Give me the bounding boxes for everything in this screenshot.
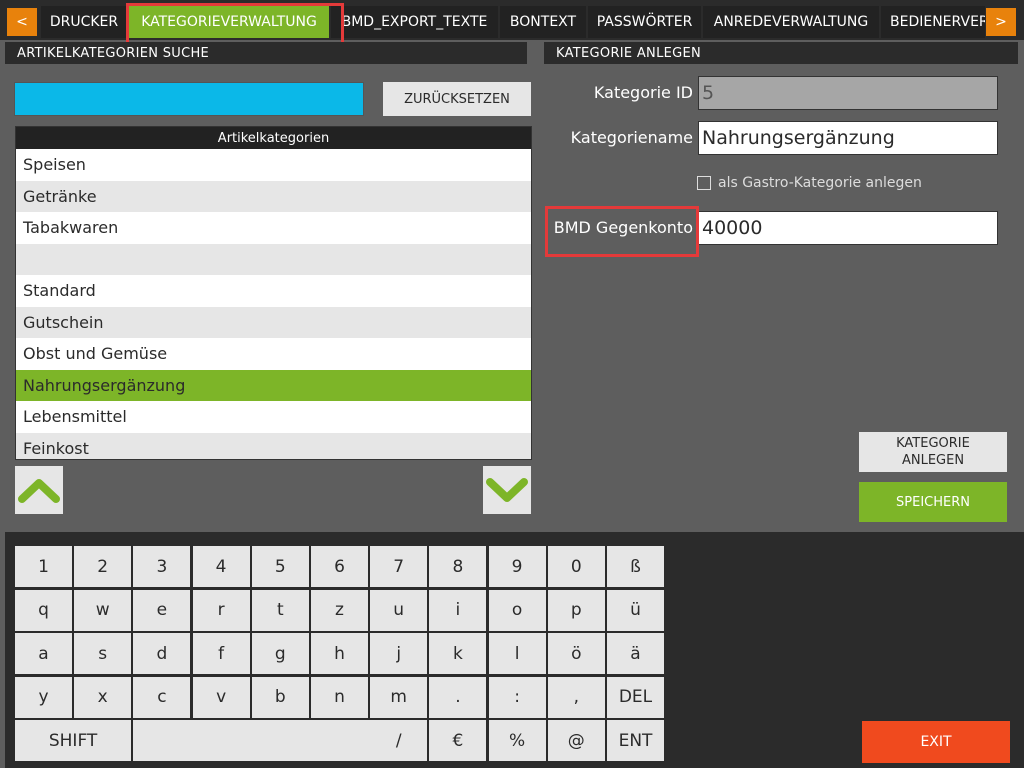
key[interactable]: 6 <box>311 546 368 587</box>
key[interactable]: p <box>547 589 605 631</box>
key[interactable]: y <box>15 676 72 718</box>
list-item-selected[interactable]: Nahrungsergänzung <box>16 369 531 401</box>
gastro-checkbox[interactable] <box>697 176 711 190</box>
key[interactable]: s <box>74 633 132 674</box>
key[interactable]: ß <box>607 546 664 587</box>
key[interactable]: i <box>429 589 487 631</box>
search-section-header: ARTIKELKATEGORIEN SUCHE <box>5 42 527 64</box>
key[interactable]: h <box>311 633 368 674</box>
scroll-down-button[interactable] <box>483 466 531 514</box>
form-section-header: KATEGORIE ANLEGEN <box>544 42 1018 64</box>
chevron-down-icon <box>486 478 528 502</box>
category-name-field[interactable]: Nahrungsergänzung <box>698 121 998 155</box>
key[interactable]: 5 <box>251 546 309 587</box>
key[interactable]: DEL <box>607 676 664 718</box>
shift-key[interactable]: SHIFT <box>15 720 132 761</box>
tab-kategorieverwaltung[interactable]: KATEGORIEVERWALTUNG <box>129 6 329 38</box>
key[interactable]: u <box>370 589 428 631</box>
bmd-account-field[interactable]: 40000 <box>698 211 998 245</box>
key[interactable]: q <box>15 589 72 631</box>
tab-bmd-export-texte[interactable]: BMD_EXPORT_TEXTE <box>331 6 498 38</box>
list-item[interactable]: Obst und Gemüse <box>16 338 531 370</box>
tab-bontext[interactable]: BONTEXT <box>500 6 586 38</box>
key[interactable]: € <box>429 720 487 761</box>
key[interactable]: , <box>547 676 605 718</box>
list-item[interactable] <box>16 243 531 275</box>
key[interactable]: 1 <box>15 546 72 587</box>
list-item[interactable]: Standard <box>16 275 531 307</box>
key[interactable]: ü <box>607 589 664 631</box>
tab-prev-button[interactable]: < <box>7 8 37 36</box>
key[interactable]: ä <box>607 633 664 674</box>
key[interactable]: w <box>74 589 132 631</box>
key[interactable]: k <box>429 633 487 674</box>
list-item[interactable]: Feinkost <box>16 432 531 459</box>
key[interactable]: z <box>311 589 368 631</box>
key[interactable]: 0 <box>547 546 605 587</box>
key[interactable]: ö <box>547 633 605 674</box>
key[interactable]: 7 <box>370 546 428 587</box>
category-name-label: Kategoriename <box>570 128 693 147</box>
list-item[interactable]: Lebensmittel <box>16 401 531 433</box>
search-input[interactable] <box>14 82 364 116</box>
key[interactable]: @ <box>547 720 605 761</box>
key[interactable]: l <box>488 633 546 674</box>
create-category-button[interactable]: KATEGORIE ANLEGEN <box>859 432 1007 472</box>
category-list: Artikelkategorien Speisen Getränke Tabak… <box>15 126 532 460</box>
category-id-label: Kategorie ID <box>593 83 693 102</box>
save-button[interactable]: SPEICHERN <box>859 482 1007 522</box>
key[interactable]: r <box>192 589 250 631</box>
key[interactable]: c <box>133 676 191 718</box>
key[interactable]: t <box>251 589 309 631</box>
key[interactable]: a <box>15 633 72 674</box>
tab-drucker[interactable]: DRUCKER <box>41 6 127 38</box>
key[interactable]: o <box>488 589 546 631</box>
key[interactable]: b <box>251 676 309 718</box>
key[interactable]: x <box>74 676 132 718</box>
key[interactable]: % <box>488 720 546 761</box>
gastro-checkbox-label: als Gastro-Kategorie anlegen <box>718 175 922 191</box>
list-item[interactable]: Getränke <box>16 180 531 212</box>
chevron-up-icon <box>18 479 60 503</box>
key[interactable]: j <box>370 633 428 674</box>
key[interactable]: 9 <box>488 546 546 587</box>
tab-anredeverwaltung[interactable]: ANREDEVERWALTUNG <box>703 6 879 38</box>
key[interactable]: 8 <box>429 546 487 587</box>
tab-bar: < DRUCKER KATEGORIEVERWALTUNG BMD_EXPORT… <box>0 0 1024 40</box>
list-item[interactable]: Speisen <box>16 149 531 181</box>
key[interactable]: . <box>429 676 487 718</box>
list-item[interactable]: Gutschein <box>16 306 531 338</box>
key[interactable]: 4 <box>192 546 250 587</box>
key[interactable]: g <box>251 633 309 674</box>
reset-button[interactable]: ZURÜCKSETZEN <box>383 82 531 116</box>
key[interactable]: e <box>133 589 191 631</box>
key[interactable]: : <box>488 676 546 718</box>
key[interactable]: 2 <box>74 546 132 587</box>
key[interactable]: ENT <box>607 720 664 761</box>
bmd-account-label: BMD Gegenkonto <box>553 218 693 237</box>
tab-bedienerverwaltung[interactable]: BEDIENERVER <box>881 6 985 38</box>
category-id-field: 5 <box>698 76 998 110</box>
key[interactable]: 3 <box>133 546 191 587</box>
tab-passwoerter[interactable]: PASSWÖRTER <box>588 6 701 38</box>
key[interactable]: m <box>370 676 428 718</box>
key[interactable]: / <box>370 720 428 761</box>
exit-button[interactable]: EXIT <box>862 721 1010 763</box>
tab-next-button[interactable]: > <box>986 8 1016 36</box>
scroll-up-button[interactable] <box>15 466 63 514</box>
key[interactable]: f <box>192 633 250 674</box>
key[interactable]: n <box>311 676 368 718</box>
list-item[interactable]: Tabakwaren <box>16 212 531 244</box>
key[interactable]: v <box>192 676 250 718</box>
key[interactable]: d <box>133 633 191 674</box>
list-header: Artikelkategorien <box>16 127 531 149</box>
